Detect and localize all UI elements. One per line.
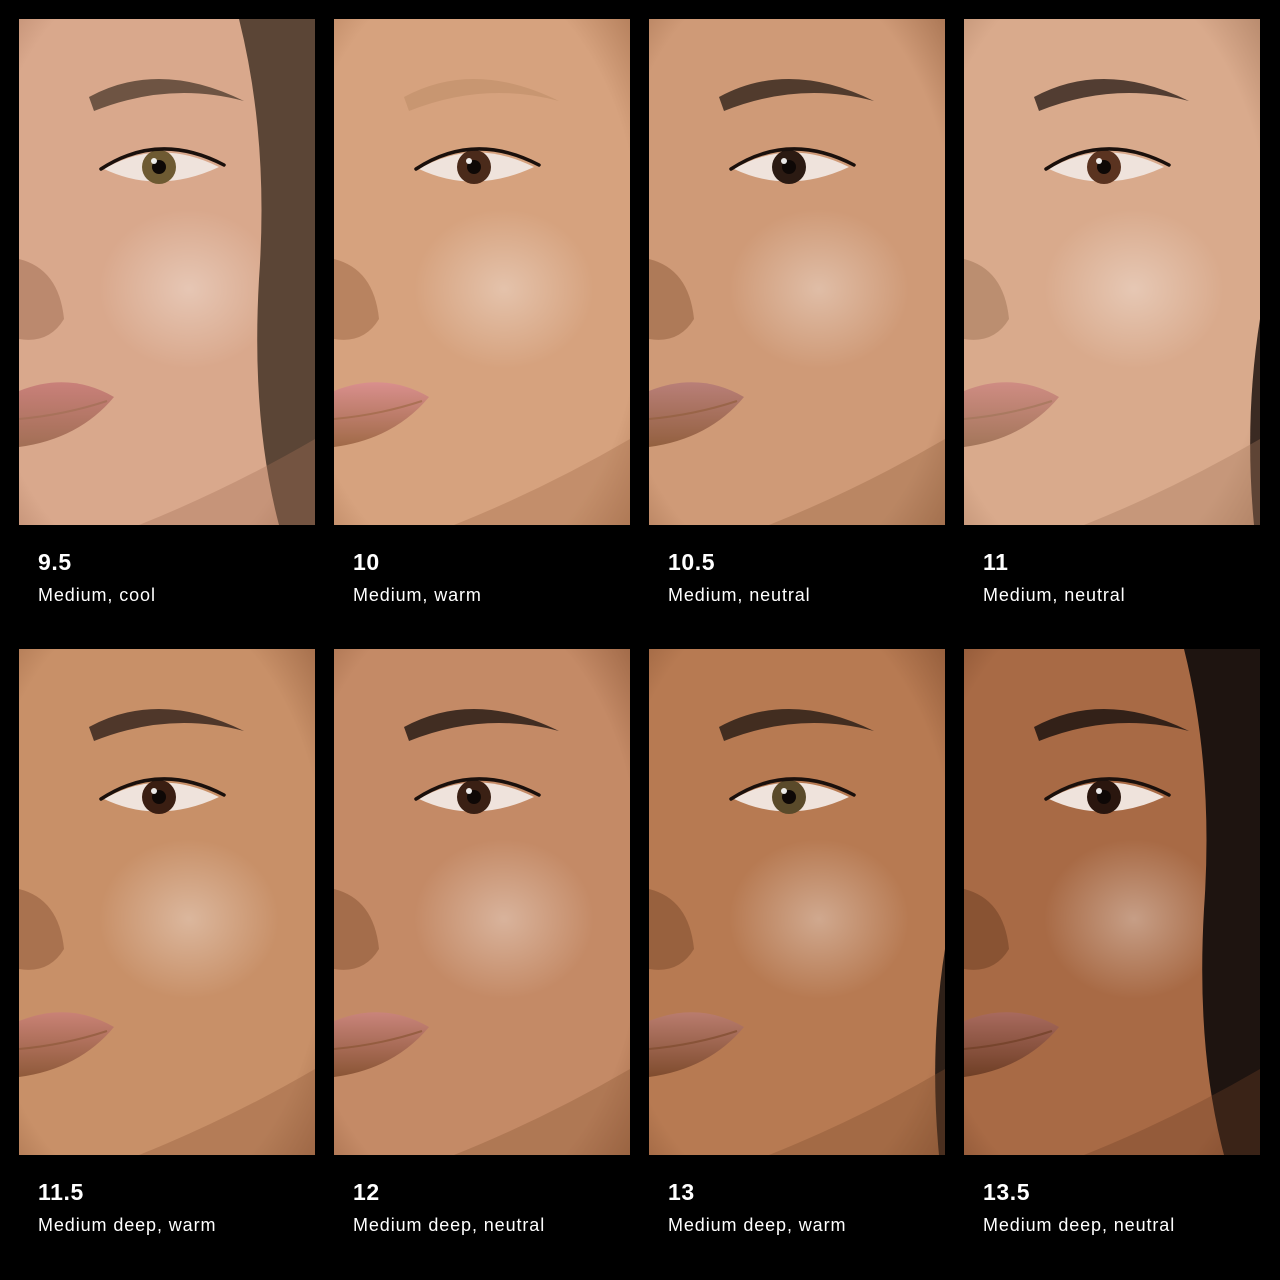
shade-number: 9.5 — [38, 549, 72, 575]
shade-number: 11.5 — [38, 1179, 84, 1205]
face-illustration — [334, 19, 630, 525]
shade-caption: 12 Medium deep, neutral — [353, 1178, 649, 1236]
shade-caption: 13 Medium deep, warm — [668, 1178, 964, 1236]
shade-number: 13.5 — [983, 1179, 1031, 1205]
face-illustration — [334, 649, 630, 1155]
face-illustration — [19, 649, 315, 1155]
shade-caption: 10 Medium, warm — [353, 548, 649, 606]
shade-description: Medium deep, warm — [38, 1215, 217, 1235]
portrait-image — [964, 19, 1260, 525]
face-illustration — [649, 19, 945, 525]
shade-description: Medium deep, neutral — [983, 1215, 1176, 1235]
portrait-image — [964, 649, 1260, 1155]
portrait-image — [649, 649, 945, 1155]
shade-description: Medium, neutral — [668, 585, 811, 605]
face-illustration — [964, 19, 1260, 525]
shade-caption: 10.5 Medium, neutral — [668, 548, 964, 606]
shade-description: Medium deep, warm — [668, 1215, 847, 1235]
shade-number: 10 — [353, 549, 380, 575]
shade-description: Medium deep, neutral — [353, 1215, 546, 1235]
shade-description: Medium, neutral — [983, 585, 1126, 605]
shade-number: 11 — [983, 549, 1009, 575]
shade-description: Medium, warm — [353, 585, 482, 605]
face-illustration — [19, 19, 315, 525]
shade-number: 10.5 — [668, 549, 716, 575]
portrait-image — [19, 19, 315, 525]
face-illustration — [964, 649, 1260, 1155]
shade-caption: 11.5 Medium deep, warm — [38, 1178, 334, 1236]
shade-number: 13 — [668, 1179, 695, 1205]
shade-description: Medium, cool — [38, 585, 156, 605]
shade-caption: 13.5 Medium deep, neutral — [983, 1178, 1279, 1236]
portrait-image — [19, 649, 315, 1155]
shade-number: 12 — [353, 1179, 380, 1205]
shade-caption: 11 Medium, neutral — [983, 548, 1279, 606]
shade-caption: 9.5 Medium, cool — [38, 548, 334, 606]
portrait-image — [334, 19, 630, 525]
shade-grid: 9.5 Medium, cool 10 Medium, warm 10.5 Me… — [0, 0, 1280, 1280]
portrait-image — [334, 649, 630, 1155]
face-illustration — [649, 649, 945, 1155]
portrait-image — [649, 19, 945, 525]
